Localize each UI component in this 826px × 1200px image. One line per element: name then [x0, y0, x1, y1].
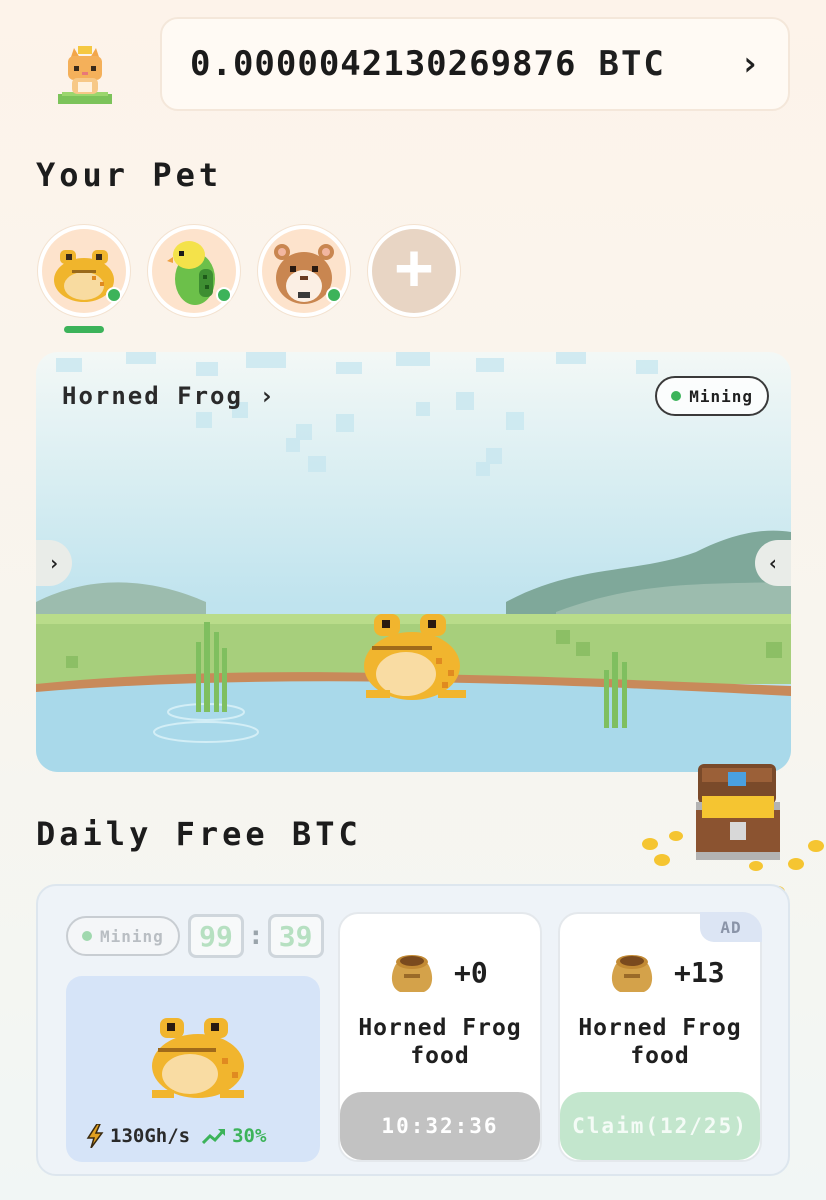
- lightning-icon: [86, 1124, 104, 1148]
- mining-status-label: Mining: [689, 386, 753, 406]
- online-indicator: [216, 287, 232, 303]
- mining-status-badge: Mining: [655, 376, 769, 416]
- mining-status-label: Mining: [100, 926, 164, 946]
- claim-button[interactable]: Claim(12/25): [560, 1092, 760, 1160]
- food-name-line1: Horned Frog: [358, 1015, 522, 1041]
- pet-avatar-hamster[interactable]: [258, 225, 350, 317]
- food-name-line1: Horned Frog: [578, 1015, 742, 1041]
- btc-unit: BTC: [598, 44, 666, 84]
- daily-free-btc-title: Daily Free BTC: [36, 815, 362, 853]
- btc-balance-value: 0.0000042130269876: [190, 44, 577, 84]
- pet-list: +: [38, 225, 460, 317]
- online-indicator: [326, 287, 342, 303]
- food-name-line2: food: [630, 1043, 690, 1069]
- food-reward-card: +0 Horned Frog food 10:32:36: [338, 912, 542, 1162]
- food-reward-row: +0: [386, 950, 488, 994]
- mining-pet-panel: 130Gh/s 30%: [66, 976, 320, 1162]
- mining-stats: 130Gh/s 30%: [86, 1124, 266, 1148]
- mining-timer: 99 : 39: [188, 914, 324, 958]
- food-sack-icon: [391, 955, 433, 992]
- cat-avatar-icon: [58, 46, 112, 104]
- ad-food-reward-card: AD +13 Horned Frog food Claim(12/25): [558, 912, 762, 1162]
- user-avatar[interactable]: [52, 42, 118, 108]
- plus-icon: +: [394, 231, 434, 305]
- pet-name-link[interactable]: Horned Frog ›: [62, 382, 276, 410]
- food-amount: +0: [454, 955, 488, 989]
- timer-seconds: 39: [267, 914, 324, 958]
- timer-separator: :: [248, 921, 264, 951]
- ad-badge: AD: [700, 912, 762, 942]
- daily-free-btc-card: Mining 99 : 39 130Gh/s 30% +0 Horned Fro…: [36, 884, 790, 1176]
- food-countdown-button[interactable]: 10:32:36: [340, 1092, 540, 1160]
- chevron-right-icon: ›: [739, 44, 760, 84]
- food-name: Horned Frog food: [340, 1014, 540, 1070]
- status-dot: [82, 931, 92, 941]
- pet-avatar-horned-frog[interactable]: [38, 225, 130, 317]
- status-dot: [671, 391, 682, 401]
- timer-minutes: 99: [188, 914, 244, 958]
- btc-balance-button[interactable]: 0.0000042130269876 BTC ›: [160, 17, 790, 111]
- add-pet-button[interactable]: +: [368, 225, 460, 317]
- food-reward-row: +13: [606, 950, 725, 994]
- food-sack-icon: [611, 955, 653, 992]
- online-indicator: [106, 287, 122, 303]
- hash-rate: 130Gh/s: [110, 1125, 191, 1147]
- food-name: Horned Frog food: [560, 1014, 760, 1070]
- chevron-right-icon: ›: [47, 551, 61, 575]
- pet-scene: Horned Frog › Mining › ‹: [36, 352, 791, 772]
- boost-percent: 30%: [232, 1125, 267, 1147]
- mining-status-badge: Mining: [66, 916, 180, 956]
- pet-name-label: Horned Frog: [62, 382, 243, 410]
- pet-avatar-budgie[interactable]: [148, 225, 240, 317]
- horned-frog-icon: [152, 1018, 244, 1098]
- food-amount: +13: [674, 955, 725, 989]
- trend-up-icon: [202, 1128, 226, 1145]
- chevron-left-icon: ‹: [766, 551, 780, 575]
- chevron-right-icon: ›: [259, 382, 276, 410]
- food-name-line2: food: [410, 1043, 470, 1069]
- your-pet-title: Your Pet: [36, 156, 223, 194]
- selected-pet-indicator: [64, 326, 104, 333]
